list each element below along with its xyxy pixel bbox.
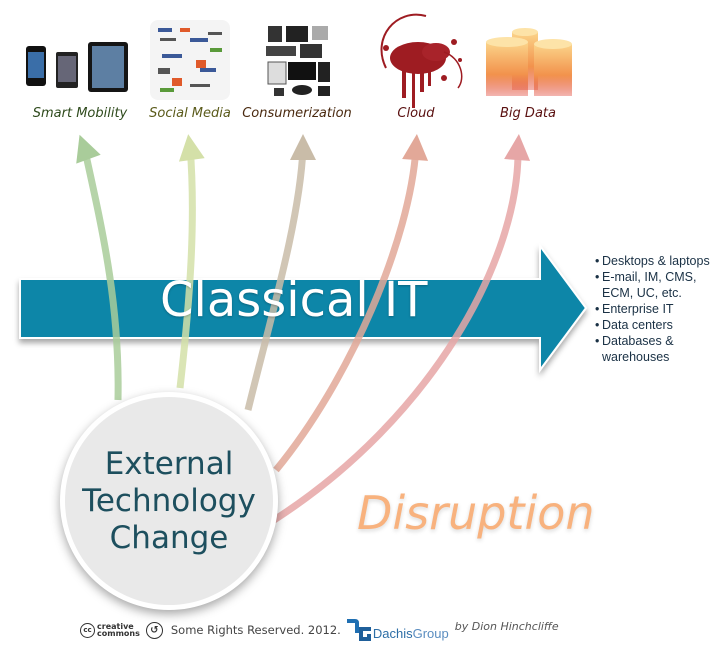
bullet-item: • Enterprise IT — [595, 302, 674, 316]
footer: cc creative commons ↺ Some Rights Reserv… — [80, 618, 559, 642]
disruption-label: Disruption — [357, 486, 595, 540]
dg-mark-icon — [346, 619, 371, 641]
bullet-item: • Data centers — [595, 318, 673, 332]
bullet-item: • E-mail, IM, CMS, ECM, UC, etc. — [595, 270, 697, 300]
circle-line: Technology — [82, 482, 256, 519]
dachis-group-logo: DachisGroup — [346, 619, 449, 641]
rights-text: Some Rights Reserved. 2012. — [170, 623, 341, 637]
creative-commons-logo: cc creative commons — [80, 622, 140, 638]
bullet-item: • Databases & warehouses — [595, 334, 674, 364]
company-name-sub: Group — [412, 626, 449, 641]
classical-it-bullet-list: • Desktops & laptops • E-mail, IM, CMS, EC… — [595, 253, 727, 365]
topic-arrow-shaft — [80, 145, 122, 401]
circle-line: Change — [109, 519, 229, 556]
cc-badge-icon: cc — [80, 622, 95, 638]
topic-arrow-head — [504, 134, 531, 161]
external-technology-change-circle: External Technology Change — [60, 392, 278, 610]
bullet-item: • Desktops & laptops — [595, 254, 710, 268]
topic-arrow-head — [76, 134, 101, 164]
copyleft-icon: ↺ — [145, 621, 163, 639]
cc-word-bottom: commons — [97, 629, 140, 638]
company-name-main: Dachis — [372, 626, 413, 641]
topic-arrow-shaft — [176, 145, 196, 389]
classical-it-label: Classical IT — [160, 272, 428, 328]
topic-arrow-head — [402, 134, 429, 161]
circle-line: External — [104, 445, 234, 482]
diagram-canvas: Smart Mobility Social Media Consumerizat… — [0, 0, 727, 652]
topic-arrow-head — [178, 134, 205, 162]
author-byline: by Dion Hinchcliffe — [454, 619, 559, 633]
topic-arrow-head — [290, 134, 316, 160]
